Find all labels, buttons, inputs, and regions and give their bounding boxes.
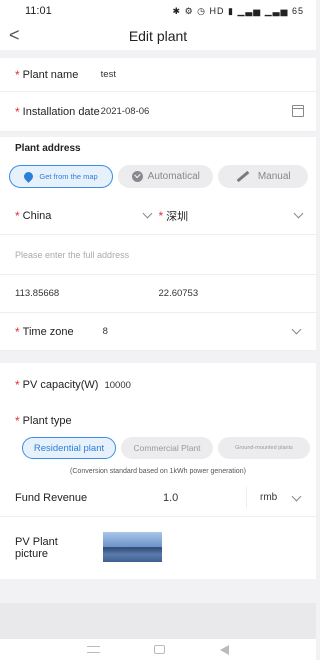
pv-picture-label: PV Plant picture: [15, 536, 58, 560]
time-zone-value: 8: [102, 326, 108, 337]
get-from-map-label: Get from the map: [39, 172, 98, 181]
fund-revenue-input[interactable]: 1.0: [163, 492, 178, 504]
plant-type-row: * Plant type: [0, 407, 316, 435]
country-value: China: [22, 209, 52, 222]
location-pin-icon: [22, 170, 36, 183]
commercial-plant-option[interactable]: Commercial Plant: [121, 437, 213, 459]
back-triangle-icon[interactable]: [219, 644, 229, 655]
city-select[interactable]: * 深圳: [158, 197, 304, 234]
required-asterisk: *: [15, 67, 20, 82]
time-zone-label: Time zone: [22, 325, 74, 338]
pencil-icon: [236, 170, 250, 183]
automatical-button[interactable]: Automatical: [118, 165, 214, 188]
status-icons: ✱ ⚙ ◷ HD ▮ ▁▃▅ ▁▃▅ 65: [172, 5, 304, 16]
required-asterisk: *: [158, 208, 164, 223]
status-bar: 11:01 ✱ ⚙ ◷ HD ▮ ▁▃▅ ▁▃▅ 65: [0, 0, 316, 22]
latitude-input[interactable]: 22.60753: [159, 288, 303, 299]
page-title: Edit plant: [128, 28, 188, 44]
required-asterisk: *: [15, 414, 20, 428]
residential-plant-option[interactable]: Residential plant: [22, 437, 116, 459]
address-mode-group: Get from the map Automatical Manual: [0, 161, 316, 197]
currency-select[interactable]: rmb: [260, 492, 277, 503]
time-zone-row[interactable]: * Time zone 8: [0, 313, 316, 351]
conversion-note: (Conversion standard based on 1kWh power…: [0, 463, 316, 479]
installation-date-row[interactable]: * Installation date 2021-08-06: [0, 92, 316, 132]
automatical-label: Automatical: [147, 171, 200, 182]
longitude-input[interactable]: 113.85668: [15, 288, 159, 299]
coordinates-row: 113.85668 22.60753: [0, 275, 316, 313]
ground-mounted-option[interactable]: Ground-mounted plants: [218, 437, 310, 459]
menu-icon[interactable]: [87, 646, 101, 653]
pv-capacity-label: PV capacity(W): [22, 379, 99, 391]
manual-label: Manual: [257, 171, 291, 182]
required-asterisk: *: [15, 104, 20, 119]
region-row: * China * 深圳: [0, 197, 316, 235]
back-icon[interactable]: <: [9, 25, 20, 46]
pv-plant-thumbnail[interactable]: [103, 532, 162, 562]
plant-name-row: * Plant name test: [0, 58, 316, 92]
required-asterisk: *: [15, 324, 20, 339]
chevron-down-icon: [291, 324, 302, 335]
status-time: 11:01: [25, 5, 52, 17]
check-circle-icon: [131, 171, 143, 182]
plant-address-heading: Plant address: [0, 137, 316, 161]
chevron-down-icon[interactable]: [291, 491, 302, 502]
pv-capacity-row: * PV capacity(W) 10000: [0, 363, 316, 407]
plant-name-input[interactable]: test: [101, 69, 116, 80]
home-icon[interactable]: [154, 645, 166, 654]
footer-area: [0, 603, 316, 639]
country-select[interactable]: * China: [15, 197, 159, 234]
full-address-input[interactable]: Please enter the full address: [0, 235, 316, 275]
divider: [0, 50, 316, 58]
plant-type-options: Residential plant Commercial Plant Groun…: [0, 435, 316, 463]
app-header: < Edit plant: [0, 22, 316, 50]
manual-button[interactable]: Manual: [218, 165, 308, 188]
fund-revenue-label: Fund Revenue: [15, 491, 88, 504]
city-value: 深圳: [166, 210, 189, 223]
installation-date-value[interactable]: 2021-08-06: [101, 106, 150, 117]
calendar-icon[interactable]: [292, 105, 304, 117]
divider: [246, 487, 247, 508]
pv-picture-row: PV Plant picture: [0, 517, 316, 579]
system-nav-bar: [0, 639, 316, 660]
plant-type-label: Plant type: [22, 415, 72, 427]
fund-revenue-row: Fund Revenue 1.0 rmb: [0, 479, 316, 517]
installation-date-label: Installation date: [22, 105, 100, 118]
chevron-down-icon: [293, 208, 304, 219]
required-asterisk: *: [15, 378, 20, 392]
pv-capacity-input[interactable]: 10000: [104, 380, 130, 391]
required-asterisk: *: [15, 208, 20, 223]
get-from-map-button[interactable]: Get from the map: [9, 165, 114, 188]
plant-name-label: Plant name: [22, 68, 79, 81]
chevron-down-icon: [142, 208, 152, 219]
